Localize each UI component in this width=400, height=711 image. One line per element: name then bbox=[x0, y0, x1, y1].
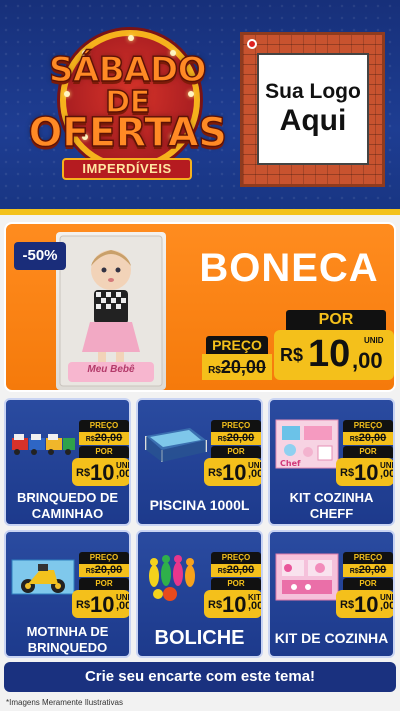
old-value: 20,00 bbox=[226, 432, 255, 444]
product-card[interactable]: Chef PREÇO R$20,00 POR R$ 10 UNID ,00 KI… bbox=[268, 398, 395, 526]
card-new-price: R$ 10 KIT ,00 bbox=[204, 590, 263, 618]
card-old-price: R$20,00 bbox=[211, 432, 261, 445]
price-integer: 10 bbox=[308, 333, 351, 375]
product-card[interactable]: PREÇO R$20,00 POR R$ 10 UNID ,00 MOTINHA… bbox=[4, 530, 131, 658]
card-por-label: POR bbox=[79, 446, 129, 458]
old-currency: R$ bbox=[217, 568, 227, 575]
product-card[interactable]: PREÇO R$20,00 POR R$ 10 UNID ,00 KIT DE … bbox=[268, 530, 395, 658]
card-por-label: POR bbox=[79, 578, 129, 590]
price-cents: ,00 bbox=[380, 600, 395, 612]
card-price-label: PREÇO bbox=[211, 420, 261, 432]
currency: R$ bbox=[208, 467, 223, 479]
card-product-name: KIT COZINHA CHEFF bbox=[289, 490, 374, 521]
card-product-name: BRINQUEDO DE CAMINHAO bbox=[16, 490, 119, 521]
card-por-label: POR bbox=[343, 446, 393, 458]
featured-title: BONECA bbox=[199, 246, 379, 290]
disclaimer-text: *Imagens Meramente Ilustrativas bbox=[6, 698, 123, 707]
price-cents: ,00 bbox=[248, 468, 263, 480]
currency: R$ bbox=[280, 345, 304, 365]
card-old-price: R$20,00 bbox=[211, 564, 261, 577]
featured-por-label: POR bbox=[286, 310, 386, 330]
logo-text-line-1: Sua Logo bbox=[265, 80, 361, 103]
card-product-name: MOTINHA DE BRINQUEDO bbox=[26, 624, 109, 655]
card-price-label: PREÇO bbox=[79, 420, 129, 432]
card-por-label: POR bbox=[343, 578, 393, 590]
truck-toy-icon bbox=[12, 434, 75, 455]
logo-placeholder[interactable]: Sua Logo Aqui bbox=[257, 53, 369, 165]
pink-kitchen-icon bbox=[275, 553, 339, 601]
featured-price-label: PREÇO bbox=[206, 336, 268, 354]
card-product-name: PISCINA 1000L bbox=[149, 497, 250, 513]
discount-badge: -50% bbox=[14, 242, 66, 270]
card-por-label: POR bbox=[211, 578, 261, 590]
old-value: 20,00 bbox=[94, 564, 123, 576]
card-por-label: POR bbox=[211, 446, 261, 458]
price-unit: UNID bbox=[364, 336, 384, 345]
old-value: 20,00 bbox=[358, 432, 387, 444]
product-card[interactable]: PREÇO R$20,00 POR R$ 10 UNID ,00 PISCINA… bbox=[136, 398, 263, 526]
logo-text-line-2: Aqui bbox=[279, 104, 347, 137]
price-integer: 10 bbox=[354, 592, 379, 617]
price-cents: ,00 bbox=[116, 600, 131, 612]
bowling-icon bbox=[149, 555, 195, 601]
card-price-label: PREÇO bbox=[343, 420, 393, 432]
price-integer: 10 bbox=[90, 592, 115, 617]
toy-motorbike-icon bbox=[11, 559, 75, 595]
badge-subtitle: IMPERDÍVEIS bbox=[62, 158, 192, 180]
card-price-label: PREÇO bbox=[79, 552, 129, 564]
old-value: 20,00 bbox=[226, 564, 255, 576]
promo-badge: SÁBADO DE OFERTAS IMPERDÍVEIS bbox=[20, 30, 235, 190]
badge-line-3: OFERTAS bbox=[28, 109, 228, 156]
card-product-name: KIT DE COZINHA bbox=[274, 630, 389, 646]
pin-icon bbox=[247, 39, 257, 49]
price-integer: 10 bbox=[90, 460, 115, 485]
old-currency: R$ bbox=[349, 568, 359, 575]
price-cents: ,00 bbox=[116, 468, 131, 480]
currency: R$ bbox=[208, 599, 223, 611]
card-new-price: R$ 10 UNID ,00 bbox=[72, 590, 131, 618]
price-cents: ,00 bbox=[352, 348, 383, 373]
price-integer: 10 bbox=[222, 592, 247, 617]
badge-line-1: SÁBADO bbox=[48, 49, 207, 90]
pool-icon bbox=[145, 428, 207, 462]
logo-frame: Sua Logo Aqui bbox=[240, 32, 385, 187]
card-new-price: R$ 10 UNID ,00 bbox=[336, 590, 395, 618]
card-old-price: R$20,00 bbox=[343, 432, 393, 445]
currency: R$ bbox=[76, 599, 91, 611]
old-currency: R$ bbox=[85, 436, 95, 443]
svg-text:Chef: Chef bbox=[280, 459, 301, 468]
cta-banner[interactable]: Crie seu encarte com este tema! bbox=[4, 662, 396, 692]
old-value: 20,00 bbox=[94, 432, 123, 444]
old-value: 20,00 bbox=[358, 564, 387, 576]
featured-old-price: R$20,00 bbox=[202, 354, 272, 380]
featured-new-price: R$ 10 ,00 UNID bbox=[274, 330, 394, 380]
price-cents: ,00 bbox=[380, 468, 395, 480]
header-banner: SÁBADO DE OFERTAS IMPERDÍVEIS Sua Logo A… bbox=[0, 0, 400, 215]
card-price-label: PREÇO bbox=[211, 552, 261, 564]
product-card[interactable]: PREÇO R$20,00 POR R$ 10 KIT ,00 BOLICHE bbox=[136, 530, 263, 658]
card-price-label: PREÇO bbox=[343, 552, 393, 564]
price-integer: 10 bbox=[222, 460, 247, 485]
card-old-price: R$20,00 bbox=[79, 432, 129, 445]
old-currency: R$ bbox=[217, 436, 227, 443]
old-currency: R$ bbox=[349, 436, 359, 443]
kitchen-toy-icon: Chef bbox=[275, 419, 339, 469]
currency: R$ bbox=[340, 467, 355, 479]
card-product-name: BOLICHE bbox=[154, 627, 245, 649]
old-currency: R$ bbox=[85, 568, 95, 575]
doll-box-text: Meu Bebê bbox=[87, 364, 135, 375]
currency: R$ bbox=[76, 467, 91, 479]
old-currency: R$ bbox=[208, 365, 221, 376]
card-new-price: R$ 10 UNID ,00 bbox=[336, 458, 395, 486]
price-integer: 10 bbox=[354, 460, 379, 485]
card-old-price: R$20,00 bbox=[79, 564, 129, 577]
card-old-price: R$20,00 bbox=[343, 564, 393, 577]
card-new-price: R$ 10 UNID ,00 bbox=[204, 458, 263, 486]
card-new-price: R$ 10 UNID ,00 bbox=[72, 458, 131, 486]
price-cents: ,00 bbox=[248, 600, 263, 612]
featured-product[interactable]: -50% Meu Bebê BONECA PREÇO R$20,00 POR R… bbox=[4, 222, 396, 392]
old-value: 20,00 bbox=[220, 357, 266, 377]
currency: R$ bbox=[340, 599, 355, 611]
product-card[interactable]: PREÇO R$20,00 POR R$ 10 UNID ,00 BRINQUE… bbox=[4, 398, 131, 526]
